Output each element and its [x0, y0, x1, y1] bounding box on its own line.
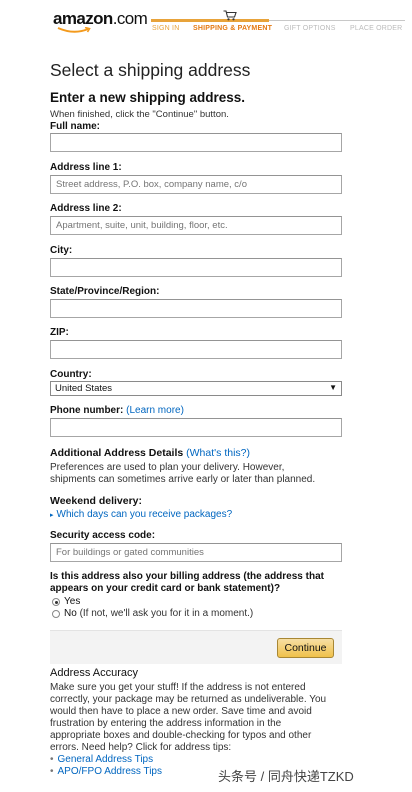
bullet-icon: •: [50, 766, 54, 777]
accuracy-text-line-1: Make sure you get your stuff! If the add…: [50, 682, 306, 693]
billing-no-hint: (If not, we'll ask you for it in a momen…: [79, 608, 254, 619]
expand-triangle-icon: ▸: [50, 512, 54, 519]
form-instructions: When finished, click the "Continue" butt…: [50, 109, 229, 120]
step-shipping-payment: SHIPPING & PAYMENT: [193, 25, 273, 32]
step-sign-in[interactable]: SIGN IN: [152, 25, 179, 32]
accuracy-text-line-2: correctly, your package may be returned …: [50, 694, 327, 705]
billing-question-line-1: Is this address also your billing addres…: [50, 571, 324, 582]
security-code-input[interactable]: [50, 543, 342, 562]
zip-input[interactable]: [50, 340, 342, 359]
billing-yes-label[interactable]: Yes: [64, 596, 80, 607]
checkout-header: amazon.com SIGN IN SHIPPING & PAYMENT GI…: [0, 0, 412, 40]
phone-input[interactable]: [50, 418, 342, 437]
form-title: Enter a new shipping address.: [50, 90, 246, 105]
general-address-tips-link[interactable]: • General Address Tips: [50, 754, 153, 765]
country-select[interactable]: United States ▼: [50, 381, 342, 396]
whats-this-link[interactable]: (What's this?): [186, 447, 250, 459]
additional-description-line-2: shipments can sometimes arrive early or …: [50, 474, 316, 485]
bullet-icon: •: [50, 754, 54, 765]
country-selected-value: United States: [55, 383, 113, 394]
country-label: Country:: [50, 369, 92, 380]
additional-description-line-1: Preferences are used to plan your delive…: [50, 462, 285, 473]
accuracy-text-line-3: would then have to place a new order. Sa…: [50, 706, 312, 717]
step-gift-options: GIFT OPTIONS: [284, 25, 336, 32]
accuracy-text-line-5: appropriate boxes and double-checking fo…: [50, 730, 312, 741]
address-accuracy-heading: Address Accuracy: [50, 667, 139, 679]
amazon-logo[interactable]: amazon.com: [53, 9, 148, 29]
smile-logo-icon: [57, 27, 91, 33]
city-label: City:: [50, 245, 73, 256]
zip-label: ZIP:: [50, 327, 69, 338]
security-code-label: Security access code:: [50, 530, 156, 541]
page-title: Select a shipping address: [50, 60, 251, 80]
step-place-order: PLACE ORDER: [350, 25, 403, 32]
billing-no-label[interactable]: No (If not, we'll ask you for it in a mo…: [64, 608, 253, 619]
address-line-2-label: Address line 2:: [50, 203, 122, 214]
city-input[interactable]: [50, 258, 342, 277]
state-label: State/Province/Region:: [50, 286, 160, 297]
accuracy-text-line-6: errors. Need help? Click for address tip…: [50, 742, 232, 753]
full-name-label: Full name:: [50, 121, 101, 132]
dropdown-arrow-icon: ▼: [329, 383, 337, 392]
progress-fill: [151, 19, 269, 22]
weekend-delivery-heading: Weekend delivery:: [50, 495, 143, 507]
cart-icon: [223, 10, 237, 21]
state-input[interactable]: [50, 299, 342, 318]
weekend-days-link[interactable]: ▸ Which days can you receive packages?: [50, 509, 232, 520]
continue-button[interactable]: Continue: [277, 638, 334, 658]
billing-no-radio[interactable]: [52, 610, 60, 618]
address-line-1-label: Address line 1:: [50, 162, 122, 173]
watermark: 头条号 / 同舟快递TZKD: [218, 769, 354, 784]
billing-question-line-2: appears on your credit card or bank stat…: [50, 583, 281, 594]
apo-fpo-tips-link[interactable]: • APO/FPO Address Tips: [50, 766, 162, 777]
accuracy-text-line-4: frustration by entering the address info…: [50, 718, 282, 729]
phone-label: Phone number: (Learn more): [50, 405, 184, 416]
address-line-1-input[interactable]: [50, 175, 342, 194]
learn-more-link[interactable]: (Learn more): [126, 405, 184, 416]
billing-yes-radio[interactable]: [52, 598, 60, 606]
full-name-input[interactable]: [50, 133, 342, 152]
address-line-2-input[interactable]: [50, 216, 342, 235]
additional-details-heading: Additional Address Details (What's this?…: [50, 447, 250, 459]
